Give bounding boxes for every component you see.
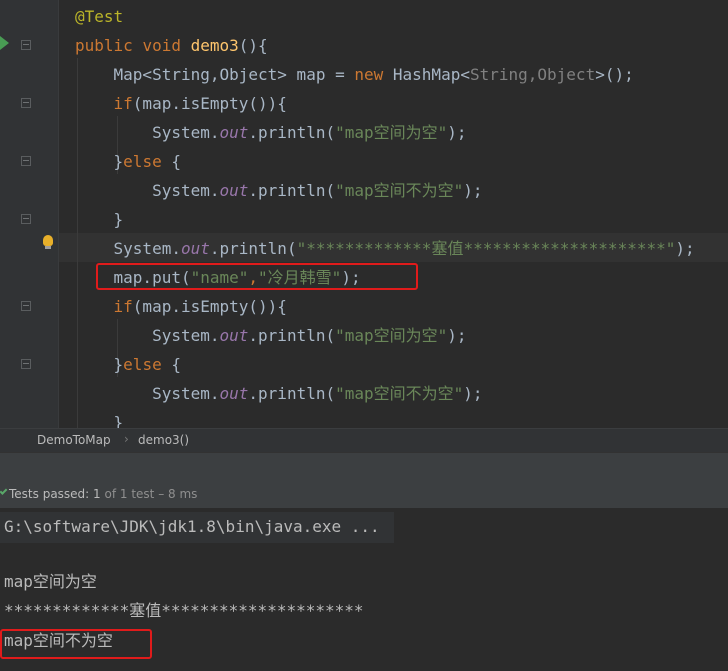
code-token: HashMap< (383, 65, 470, 84)
code-token: System. (75, 123, 220, 142)
code-token: } (75, 413, 124, 428)
breadcrumb-method[interactable]: demo3() (138, 433, 189, 447)
code-token: out (219, 326, 249, 345)
code-token: (){ (238, 36, 268, 55)
code-line[interactable]: System.out.println("*************塞值*****… (75, 234, 695, 263)
code-token: System. (75, 239, 181, 258)
code-line[interactable]: }else { (75, 350, 181, 379)
run-test-icon[interactable] (0, 36, 9, 50)
code-line[interactable]: if(map.isEmpty()){ (75, 292, 287, 321)
code-token: String,Object (469, 65, 596, 84)
code-token: { (161, 355, 181, 374)
code-token: .println( (248, 123, 336, 142)
code-token: out (219, 384, 249, 403)
code-token: .println( (248, 384, 336, 403)
code-token: .println( (209, 239, 297, 258)
code-token: >(); (595, 65, 634, 84)
code-token: ); (463, 384, 483, 403)
code-line[interactable]: Map<String,Object> map = new HashMap<Str… (75, 60, 634, 89)
code-token: else (123, 152, 162, 171)
fold-icon[interactable] (21, 156, 31, 166)
code-line[interactable]: if(map.isEmpty()){ (75, 89, 287, 118)
breadcrumb-class[interactable]: DemoToMap (37, 433, 111, 447)
command-line-box[interactable]: G:\software\JDK\jdk1.8\bin\java.exe ... (0, 512, 394, 543)
code-line[interactable]: } (75, 408, 124, 428)
code-token: out (219, 123, 249, 142)
code-line[interactable]: System.out.println("map空间不为空"); (75, 176, 483, 205)
code-token: if (113, 94, 133, 113)
tests-status-bar: Tests passed: 1 of 1 test – 8 ms (0, 480, 728, 508)
code-line[interactable]: System.out.println("map空间不为空"); (75, 379, 483, 408)
code-token: ); (447, 326, 467, 345)
chevron-right-icon: › (124, 432, 129, 446)
code-token: } (75, 152, 124, 171)
code-token: (map.isEmpty()){ (132, 297, 287, 316)
code-token: "map空间不为空" (335, 181, 464, 200)
code-token: "map空间为空" (335, 123, 448, 142)
highlight-box-put (96, 263, 418, 290)
code-token: "*************塞值*********************" (296, 239, 676, 258)
tests-status-text: Tests passed: 1 of 1 test – 8 ms (9, 480, 197, 508)
code-token: Map<String,Object> map = (75, 65, 355, 84)
code-token: .println( (248, 181, 336, 200)
breadcrumb: DemoToMap › demo3() (0, 428, 728, 452)
console-line: map空间为空 (4, 572, 97, 591)
code-token: "map空间为空" (335, 326, 448, 345)
code-token: new (354, 65, 384, 84)
code-line[interactable]: System.out.println("map空间为空"); (75, 118, 467, 147)
command-line: G:\software\JDK\jdk1.8\bin\java.exe ... (4, 517, 380, 536)
gutter-separator (58, 0, 59, 428)
code-line[interactable]: System.out.println("map空间为空"); (75, 321, 467, 350)
code-token: if (113, 297, 133, 316)
code-line[interactable]: public void demo3(){ (75, 31, 268, 60)
code-token: "map空间不为空" (335, 384, 464, 403)
editor-gutter (0, 0, 58, 428)
check-icon (0, 487, 8, 495)
code-token: void (142, 36, 181, 55)
code-line[interactable]: @Test (75, 2, 123, 31)
code-line[interactable]: }else { (75, 147, 181, 176)
tests-passed-count: 1 (93, 487, 101, 501)
code-token: System. (75, 326, 220, 345)
fold-icon[interactable] (21, 359, 31, 369)
lightbulb-icon[interactable] (43, 235, 53, 249)
code-token: @Test (75, 7, 124, 26)
code-token: System. (75, 384, 220, 403)
fold-icon[interactable] (21, 40, 31, 50)
code-line[interactable]: } (75, 205, 124, 234)
code-token: } (75, 355, 124, 374)
fold-icon[interactable] (21, 98, 31, 108)
code-token: out (180, 239, 210, 258)
code-token: ); (675, 239, 695, 258)
code-token: out (219, 181, 249, 200)
code-token: { (161, 152, 181, 171)
fold-icon[interactable] (21, 301, 31, 311)
tests-label: Tests passed: (9, 487, 90, 501)
code-token: ); (447, 123, 467, 142)
code-token: System. (75, 181, 220, 200)
fold-icon[interactable] (21, 214, 31, 224)
code-editor[interactable]: @Test public void demo3(){ Map<String,Obj… (0, 0, 728, 428)
code-token: (map.isEmpty()){ (132, 94, 287, 113)
highlight-box-output (0, 629, 152, 659)
code-token: public (75, 36, 133, 55)
code-token: else (123, 355, 162, 374)
console-output[interactable]: G:\software\JDK\jdk1.8\bin\java.exe ... … (0, 508, 728, 671)
code-token: .println( (248, 326, 336, 345)
console-line: *************塞值********************* (4, 601, 364, 620)
tests-summary: of 1 test – 8 ms (104, 487, 198, 501)
run-panel-header (0, 452, 728, 480)
code-token: } (75, 210, 124, 229)
code-token: demo3 (190, 36, 239, 55)
code-token: ); (463, 181, 483, 200)
